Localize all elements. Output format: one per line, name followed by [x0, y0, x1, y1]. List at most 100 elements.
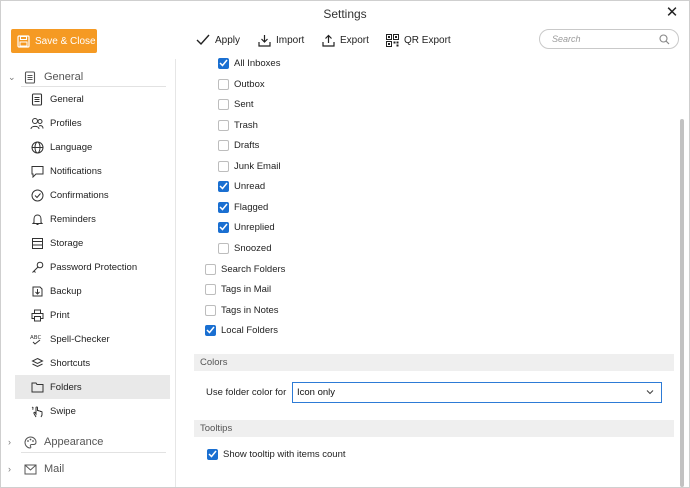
sidebar-item-label: Confirmations: [50, 189, 109, 201]
checkbox-unread[interactable]: Unread: [218, 178, 265, 194]
sidebar-item-confirmations[interactable]: Confirmations: [15, 183, 170, 207]
sidebar-item-label: Spell-Checker: [50, 333, 110, 345]
checkbox-unchecked[interactable]: [205, 304, 216, 316]
sidebar-item-label: Language: [50, 141, 93, 153]
sidebar-item-reminders[interactable]: Reminders: [15, 207, 170, 231]
sidebar-item-general[interactable]: General: [15, 87, 170, 111]
search-box[interactable]: [539, 29, 679, 49]
checkbox-all-inboxes[interactable]: All Inboxes: [218, 55, 280, 71]
category-appearance-label: Appearance: [44, 436, 104, 448]
folder-color-dropdown[interactable]: Icon only: [292, 382, 662, 403]
save-icon: [17, 34, 30, 48]
category-appearance[interactable]: › Appearance: [1, 432, 171, 452]
checkbox-local-folders[interactable]: Local Folders: [205, 322, 278, 338]
document-icon: [23, 70, 37, 84]
folders-settings-panel: All Inboxes Outbox Sent Trash Drafts Jun…: [177, 53, 689, 487]
search-icon[interactable]: [659, 33, 670, 45]
export-icon: [322, 34, 335, 47]
sidebar-item-password-protection[interactable]: Password Protection: [15, 255, 170, 279]
sidebar-item-label: Reminders: [50, 213, 96, 225]
sidebar-item-profiles[interactable]: Profiles: [15, 111, 170, 135]
checkbox-outbox[interactable]: Outbox: [218, 76, 265, 92]
checkbox-unchecked[interactable]: [205, 283, 216, 295]
checkbox-flagged[interactable]: Flagged: [218, 199, 268, 215]
envelope-icon: [23, 462, 37, 476]
sidebar-item-label: Backup: [50, 285, 82, 297]
apply-button[interactable]: Apply: [196, 34, 240, 46]
check-circle-icon: [30, 188, 44, 202]
sidebar-item-label: General: [50, 93, 84, 105]
sidebar-item-shortcuts[interactable]: Shortcuts: [15, 351, 170, 375]
users-icon: [30, 116, 44, 130]
checkbox-junk-email[interactable]: Junk Email: [218, 158, 280, 174]
category-general[interactable]: ⌄ General: [1, 67, 171, 87]
close-button[interactable]: ✕: [663, 4, 681, 22]
checkbox-search-folders[interactable]: Search Folders: [205, 261, 285, 277]
checkbox-tags-in-mail[interactable]: Tags in Mail: [205, 281, 271, 297]
chevron-down-icon: ⌄: [8, 71, 16, 82]
search-input[interactable]: [552, 34, 659, 44]
checkbox-checked[interactable]: [205, 324, 216, 336]
sidebar-item-backup[interactable]: Backup: [15, 279, 170, 303]
checkbox-snoozed[interactable]: Snoozed: [218, 240, 272, 256]
sidebar-item-storage[interactable]: Storage: [15, 231, 170, 255]
checkbox-label: Tags in Notes: [221, 304, 279, 316]
globe-icon: [30, 140, 44, 154]
chevron-down-icon: [646, 390, 654, 395]
checkbox-unchecked[interactable]: [205, 263, 216, 275]
checkbox-checked[interactable]: [218, 57, 229, 69]
checkbox-label: Snoozed: [234, 242, 272, 254]
close-icon: ✕: [665, 4, 679, 21]
checkbox-unchecked[interactable]: [218, 242, 229, 254]
sidebar-item-notifications[interactable]: Notifications: [15, 159, 170, 183]
checkbox-label: Trash: [234, 119, 258, 131]
checkbox-unreplied[interactable]: Unreplied: [218, 219, 275, 235]
sidebar-item-label: Profiles: [50, 117, 82, 129]
checkbox-unchecked[interactable]: [218, 98, 229, 110]
checkbox-sent[interactable]: Sent: [218, 96, 254, 112]
checkbox-checked[interactable]: [218, 180, 229, 192]
checkbox-unchecked[interactable]: [218, 119, 229, 131]
checkbox-checked[interactable]: [218, 221, 229, 233]
chevron-right-icon: ›: [8, 437, 11, 447]
import-label: Import: [276, 35, 305, 46]
checkbox-label: Flagged: [234, 201, 269, 213]
save-close-button[interactable]: Save & Close: [11, 29, 97, 53]
export-button[interactable]: Export: [322, 34, 369, 47]
sidebar-item-language[interactable]: Language: [15, 135, 170, 159]
checkbox-checked[interactable]: [207, 448, 218, 460]
sidebar-item-spell-checker[interactable]: ABC Spell-Checker: [15, 327, 170, 351]
checkbox-label: Sent: [234, 98, 254, 110]
category-mail[interactable]: › Mail: [1, 459, 171, 479]
sidebar-item-folders[interactable]: Folders: [15, 375, 170, 399]
import-button[interactable]: Import: [258, 34, 304, 47]
printer-icon: [30, 308, 44, 322]
window-title: Settings: [323, 7, 367, 21]
title-bar: Settings ✕: [1, 1, 689, 27]
checkbox-label: Tags in Mail: [221, 283, 272, 295]
checkbox-checked[interactable]: [218, 201, 229, 213]
checkbox-trash[interactable]: Trash: [218, 117, 258, 133]
sidebar-item-label: Password Protection: [50, 261, 138, 273]
sidebar-item-print[interactable]: Print: [15, 303, 170, 327]
sidebar-item-swipe[interactable]: Swipe: [15, 399, 170, 423]
qr-export-button[interactable]: QR Export: [386, 34, 451, 47]
checkbox-label: Outbox: [234, 78, 265, 90]
checkbox-unchecked[interactable]: [218, 160, 229, 172]
document-icon: [30, 92, 44, 106]
scrollbar[interactable]: [680, 119, 684, 487]
sidebar-item-label: Storage: [50, 237, 84, 249]
checkbox-label: Show tooltip with items count: [223, 448, 346, 460]
sidebar-item-label: Swipe: [50, 405, 76, 417]
backup-icon: [30, 284, 44, 298]
checkbox-unchecked[interactable]: [218, 139, 229, 151]
import-icon: [258, 35, 271, 47]
checkbox-unchecked[interactable]: [218, 78, 229, 90]
checkbox-drafts[interactable]: Drafts: [218, 137, 259, 153]
checkbox-show-tooltip-count[interactable]: Show tooltip with items count: [207, 446, 346, 462]
settings-sidebar: ⌄ General General Profiles Language Noti…: [1, 59, 176, 487]
checkbox-tags-in-notes[interactable]: Tags in Notes: [205, 302, 279, 318]
export-label: Export: [340, 35, 369, 46]
swipe-hand-icon: [30, 404, 44, 418]
category-mail-label: Mail: [44, 463, 65, 475]
